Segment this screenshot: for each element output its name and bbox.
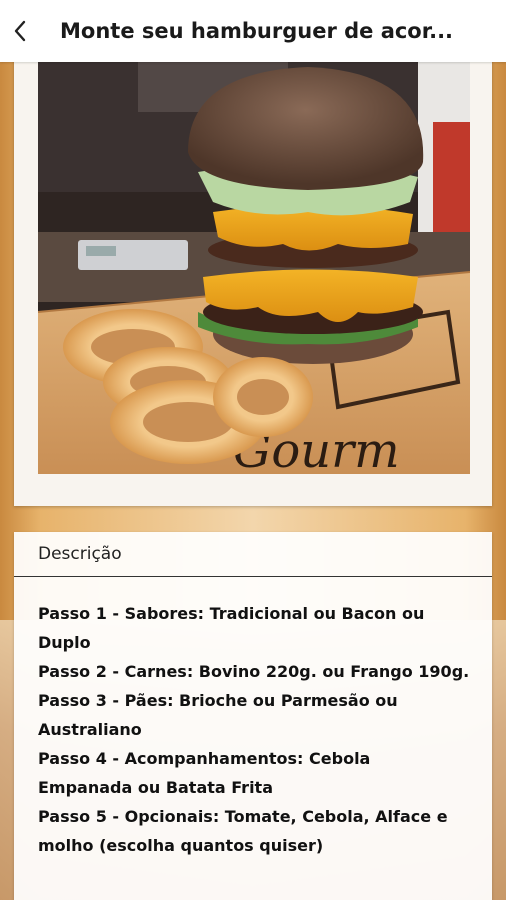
back-button[interactable] — [0, 0, 40, 62]
description-header: Descrição — [14, 532, 492, 577]
step-3: Passo 3 - Pães: Brioche ou Parmesão ou A… — [38, 691, 398, 739]
burger-illustration: Gourm — [38, 62, 470, 474]
step-4: Passo 4 - Acompanhamentos: Cebola Empana… — [38, 749, 371, 797]
chevron-left-icon — [14, 20, 26, 42]
step-1: Passo 1 - Sabores: Tradicional ou Bacon … — [38, 604, 425, 652]
step-5: Passo 5 - Opcionais: Tomate, Cebola, Alf… — [38, 807, 448, 855]
product-image[interactable]: Gourm — [38, 62, 470, 474]
product-image-card: Gourm — [14, 48, 492, 506]
step-2: Passo 2 - Carnes: Bovino 220g. ou Frango… — [38, 662, 470, 681]
description-body: Passo 1 - Sabores: Tradicional ou Bacon … — [14, 577, 492, 860]
description-card: Descrição Passo 1 - Sabores: Tradicional… — [14, 532, 492, 900]
app-bar: Monte seu hamburguer de acor... — [0, 0, 506, 62]
page-title: Monte seu hamburguer de acor... — [60, 19, 454, 43]
